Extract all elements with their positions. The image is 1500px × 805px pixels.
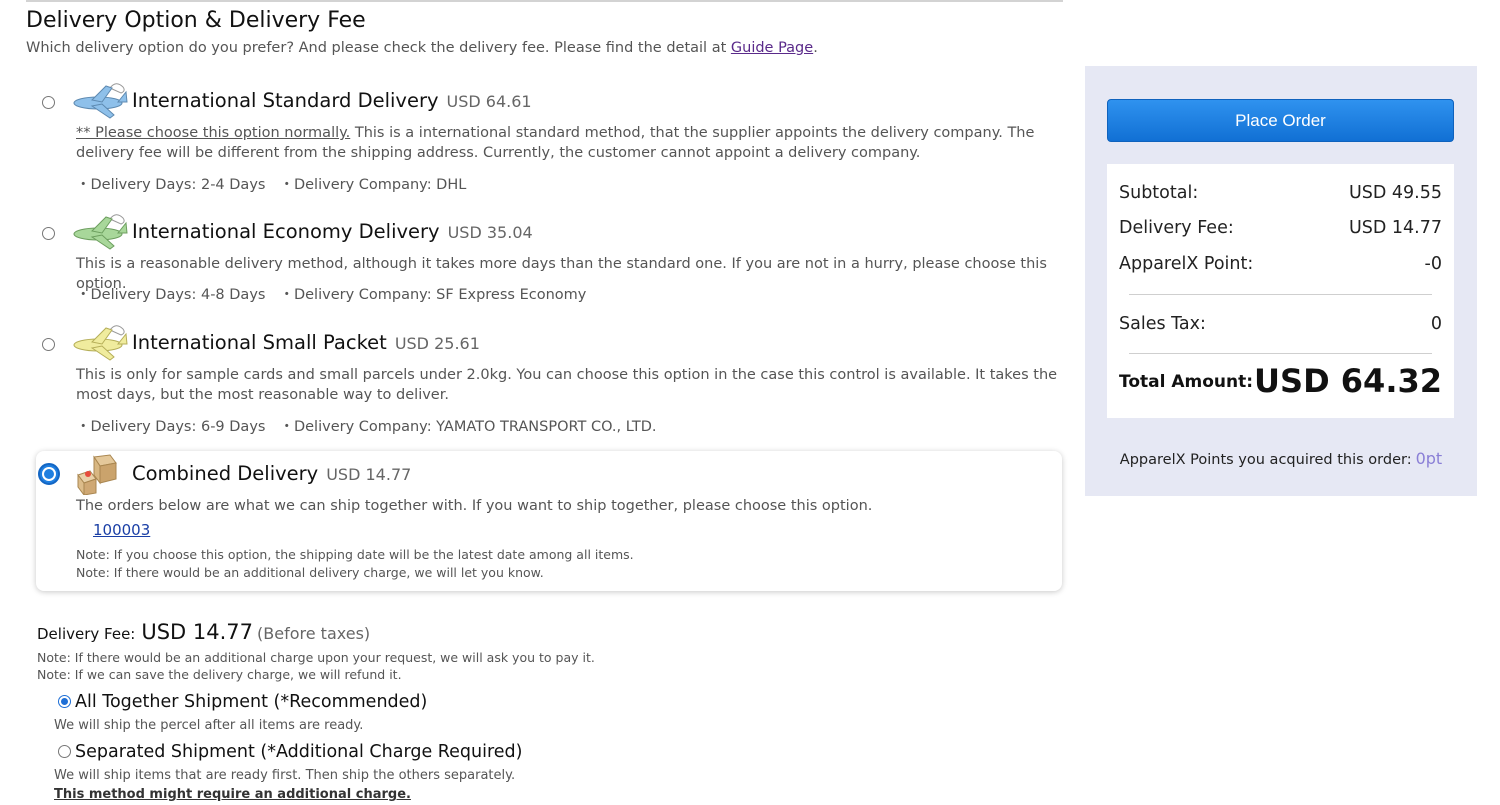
- radio-economy-delivery[interactable]: [42, 227, 55, 240]
- delivery-fee-suffix: (Before taxes): [257, 624, 371, 643]
- option-header: International Economy Delivery USD 35.04: [132, 220, 533, 243]
- subtitle-text: Which delivery option do you prefer? And…: [26, 40, 731, 56]
- option-description: The orders below are what we can ship to…: [76, 498, 873, 514]
- option-meta: ・Delivery Days: 2-4 Days ・Delivery Compan…: [76, 173, 466, 194]
- option-name: International Standard Delivery: [132, 89, 439, 112]
- option-recommend-note: ** Please choose this option normally.: [76, 125, 351, 141]
- delivery-fee-label: Delivery Fee:: [37, 625, 136, 643]
- point-value: -0: [1424, 254, 1442, 274]
- subtotal-value: USD 49.55: [1348, 183, 1442, 203]
- place-order-button[interactable]: Place Order: [1107, 99, 1454, 142]
- delivery-company: ・Delivery Company: YAMATO TRANSPORT CO.,…: [279, 419, 657, 435]
- delivery-fee-label: Delivery Fee:: [1119, 218, 1234, 238]
- delivery-fee-value: USD 14.77: [141, 620, 254, 644]
- combined-note: Note: If you choose this option, the shi…: [76, 547, 634, 562]
- option-description: ** Please choose this option normally. T…: [76, 123, 1066, 163]
- option-economy-delivery[interactable]: International Economy Delivery USD 35.04 …: [36, 211, 1063, 306]
- shipment-warning: This method might require an additional …: [54, 787, 411, 802]
- airplane-icon: [73, 83, 128, 119]
- subtotal-row: Subtotal: USD 49.55: [1119, 183, 1442, 203]
- total-amount-value: USD 64.32: [1254, 362, 1442, 400]
- airplane-icon: [73, 325, 128, 361]
- radio-separated[interactable]: [58, 745, 71, 758]
- total-amount-label: Total Amount:: [1119, 372, 1254, 392]
- point-label: ApparelX Point:: [1119, 254, 1254, 274]
- option-price: USD 35.04: [447, 223, 533, 242]
- delivery-fee-value: USD 14.77: [1348, 218, 1442, 238]
- points-value: 0pt: [1415, 449, 1443, 468]
- shipment-all-together[interactable]: All Together Shipment (*Recommended): [58, 692, 427, 712]
- delivery-fee: Delivery Fee: USD 14.77 (Before taxes): [37, 620, 370, 644]
- delivery-company: ・Delivery Company: SF Express Economy: [279, 287, 587, 303]
- points-text: ApparelX Points you acquired this order:: [1119, 452, 1412, 468]
- package-icon: [77, 454, 117, 495]
- option-header: International Small Packet USD 25.61: [132, 331, 480, 354]
- option-name: International Economy Delivery: [132, 220, 440, 243]
- fee-note: Note: If we can save the delivery charge…: [37, 667, 402, 682]
- delivery-days: ・Delivery Days: 6-9 Days: [76, 419, 266, 435]
- totals-box: Subtotal: USD 49.55 Delivery Fee: USD 14.7…: [1107, 164, 1454, 418]
- option-price: USD 14.77: [326, 465, 412, 484]
- sales-tax-label: Sales Tax:: [1119, 314, 1206, 334]
- delivery-company: ・Delivery Company: DHL: [279, 177, 467, 193]
- shipment-label: All Together Shipment (*Recommended): [75, 692, 428, 712]
- radio-standard-delivery[interactable]: [42, 96, 55, 109]
- option-header: International Standard Delivery USD 64.61: [132, 89, 532, 112]
- delivery-days: ・Delivery Days: 2-4 Days: [76, 177, 266, 193]
- option-name: Combined Delivery: [132, 462, 319, 485]
- option-name: International Small Packet: [132, 331, 387, 354]
- option-small-packet[interactable]: International Small Packet USD 25.61 This…: [36, 322, 1063, 437]
- combined-order-link[interactable]: 100003: [93, 521, 150, 539]
- section-title: Delivery Option & Delivery Fee: [26, 8, 366, 33]
- option-price: USD 64.61: [446, 92, 532, 111]
- top-divider: [26, 0, 1063, 2]
- shipment-description: We will ship the percel after all items …: [54, 718, 364, 733]
- delivery-fee-row: Delivery Fee: USD 14.77: [1119, 218, 1442, 238]
- subtitle-end: .: [813, 40, 818, 56]
- point-row: ApparelX Point: -0: [1119, 254, 1442, 274]
- radio-all-together[interactable]: [58, 695, 71, 708]
- option-price: USD 25.61: [394, 334, 480, 353]
- shipment-separated[interactable]: Separated Shipment (*Additional Charge R…: [58, 742, 523, 762]
- option-meta: ・Delivery Days: 6-9 Days ・Delivery Compan…: [76, 415, 656, 436]
- option-combined-delivery[interactable]: Combined Delivery USD 14.77 The orders be…: [36, 451, 1062, 591]
- option-standard-delivery[interactable]: International Standard Delivery USD 64.61…: [36, 80, 1063, 195]
- option-description: This is only for sample cards and small …: [76, 367, 1058, 403]
- subtotal-label: Subtotal:: [1119, 183, 1199, 203]
- option-header: Combined Delivery USD 14.77: [132, 462, 411, 485]
- shipment-description: We will ship items that are ready first.…: [54, 768, 516, 783]
- sales-tax-value: 0: [1430, 314, 1442, 334]
- divider: [1129, 353, 1432, 354]
- guide-page-link[interactable]: Guide Page: [731, 40, 813, 56]
- radio-small-packet[interactable]: [42, 338, 55, 351]
- delivery-days: ・Delivery Days: 4-8 Days: [76, 287, 266, 303]
- combined-note: Note: If there would be an additional de…: [76, 565, 544, 580]
- acquired-points: ApparelX Points you acquired this order:…: [1085, 449, 1477, 468]
- sales-tax-row: Sales Tax: 0: [1119, 314, 1442, 334]
- fee-note: Note: If there would be an additional ch…: [37, 650, 595, 665]
- option-meta: ・Delivery Days: 4-8 Days ・Delivery Compan…: [76, 283, 586, 304]
- radio-combined-delivery[interactable]: [38, 463, 60, 485]
- section-subtitle: Which delivery option do you prefer? And…: [26, 40, 818, 56]
- airplane-icon: [73, 214, 128, 250]
- shipment-label: Separated Shipment (*Additional Charge R…: [75, 742, 523, 762]
- order-summary-panel: Place Order Subtotal: USD 49.55 Delivery …: [1085, 66, 1477, 496]
- divider: [1129, 294, 1432, 295]
